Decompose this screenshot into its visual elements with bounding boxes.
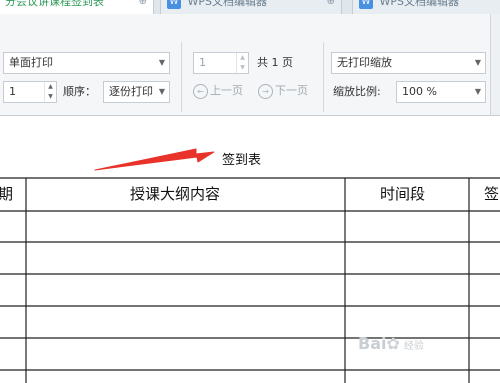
paw-icon: ✿ xyxy=(386,334,400,353)
pin-icon[interactable]: ⊕ xyxy=(327,0,335,12)
tab-document[interactable]: W WPS文档编辑器 xyxy=(352,0,500,14)
print-mode-select[interactable]: 单面打印 ▼ xyxy=(3,52,170,74)
chevron-down-icon: ▼ xyxy=(158,87,165,96)
table-header-cell: 授课大纲内容 xyxy=(130,185,221,203)
order-label: 顺序： xyxy=(63,85,96,98)
copies-stepper[interactable]: 1 ▲ ▼ xyxy=(3,81,57,103)
tab-label: WPS文档编辑器 xyxy=(187,0,268,8)
stepper-buttons[interactable]: ▲ ▼ xyxy=(44,82,56,102)
tab-label: 分会议讲课程签到表 xyxy=(5,0,104,8)
prev-page-label: 上一页 xyxy=(210,84,243,97)
prev-page-button[interactable]: ← 上一页 xyxy=(193,82,243,100)
copies-value: 1 xyxy=(9,85,16,98)
print-preview-toolbar: 单面打印 ▼ 1 ▲ ▼ 顺序： 逐份打印 ▼ 1 ▲ ▼ 共 1 页 ← 上一页… xyxy=(0,14,500,116)
chevron-up-icon[interactable]: ▲ xyxy=(45,82,56,92)
chevron-down-icon[interactable]: ▼ xyxy=(237,63,248,73)
total-pages-label: 共 1 页 xyxy=(257,56,293,69)
table-header-cell: 时间段 xyxy=(380,185,426,203)
tab-document[interactable]: W WPS文档编辑器 ⊕ xyxy=(160,0,342,14)
chevron-down-icon: ▼ xyxy=(474,58,481,67)
zoom-ratio-select[interactable]: 100 % ▼ xyxy=(396,81,486,103)
wps-writer-icon: W xyxy=(359,0,373,9)
stepper-buttons[interactable]: ▲ ▼ xyxy=(236,53,248,73)
order-select[interactable]: 逐份打印 ▼ xyxy=(103,81,170,103)
print-scale-value: 无打印缩放 xyxy=(337,56,392,69)
red-arrow-annotation xyxy=(94,148,215,171)
arrow-right-icon: → xyxy=(258,83,273,99)
print-mode-value: 单面打印 xyxy=(9,56,53,69)
print-scale-select[interactable]: 无打印缩放 ▼ xyxy=(331,52,486,74)
side-panel-edge xyxy=(490,14,500,115)
zoom-ratio-value: 100 % xyxy=(402,85,437,98)
chevron-down-icon[interactable]: ▼ xyxy=(45,92,56,102)
print-preview-page[interactable]: 签到表 期 授课大纲内容 时间段 签 xyxy=(0,116,500,383)
watermark: Bai✿ 经验 xyxy=(358,334,424,353)
chevron-up-icon[interactable]: ▲ xyxy=(237,53,248,63)
order-value: 逐份打印 xyxy=(109,85,153,98)
document-title: 签到表 xyxy=(222,153,262,168)
pin-icon[interactable]: ⊕ xyxy=(139,0,147,12)
table-header-cell: 期 xyxy=(0,185,14,203)
watermark-text: 经验 xyxy=(403,341,424,352)
page-number-value: 1 xyxy=(199,56,206,69)
zoom-ratio-label: 缩放比例: xyxy=(333,85,381,98)
watermark-text: Bai xyxy=(358,334,387,353)
next-page-button[interactable]: → 下一页 xyxy=(258,82,308,100)
toolbar-divider xyxy=(181,42,182,112)
table-header-cell: 签 xyxy=(484,185,500,203)
arrow-left-icon: ← xyxy=(193,83,208,99)
tab-label: WPS文档编辑器 xyxy=(379,0,460,8)
chevron-down-icon: ▼ xyxy=(474,87,481,96)
next-page-label: 下一页 xyxy=(275,84,308,97)
toolbar-divider xyxy=(323,42,324,112)
wps-writer-icon: W xyxy=(167,0,181,9)
page-number-stepper[interactable]: 1 ▲ ▼ xyxy=(193,52,249,74)
tab-bar: 分会议讲课程签到表 ⊕ W WPS文档编辑器 ⊕ W WPS文档编辑器 xyxy=(0,0,500,14)
chevron-down-icon: ▼ xyxy=(158,58,165,67)
tab-document-active[interactable]: 分会议讲课程签到表 ⊕ xyxy=(0,0,154,14)
